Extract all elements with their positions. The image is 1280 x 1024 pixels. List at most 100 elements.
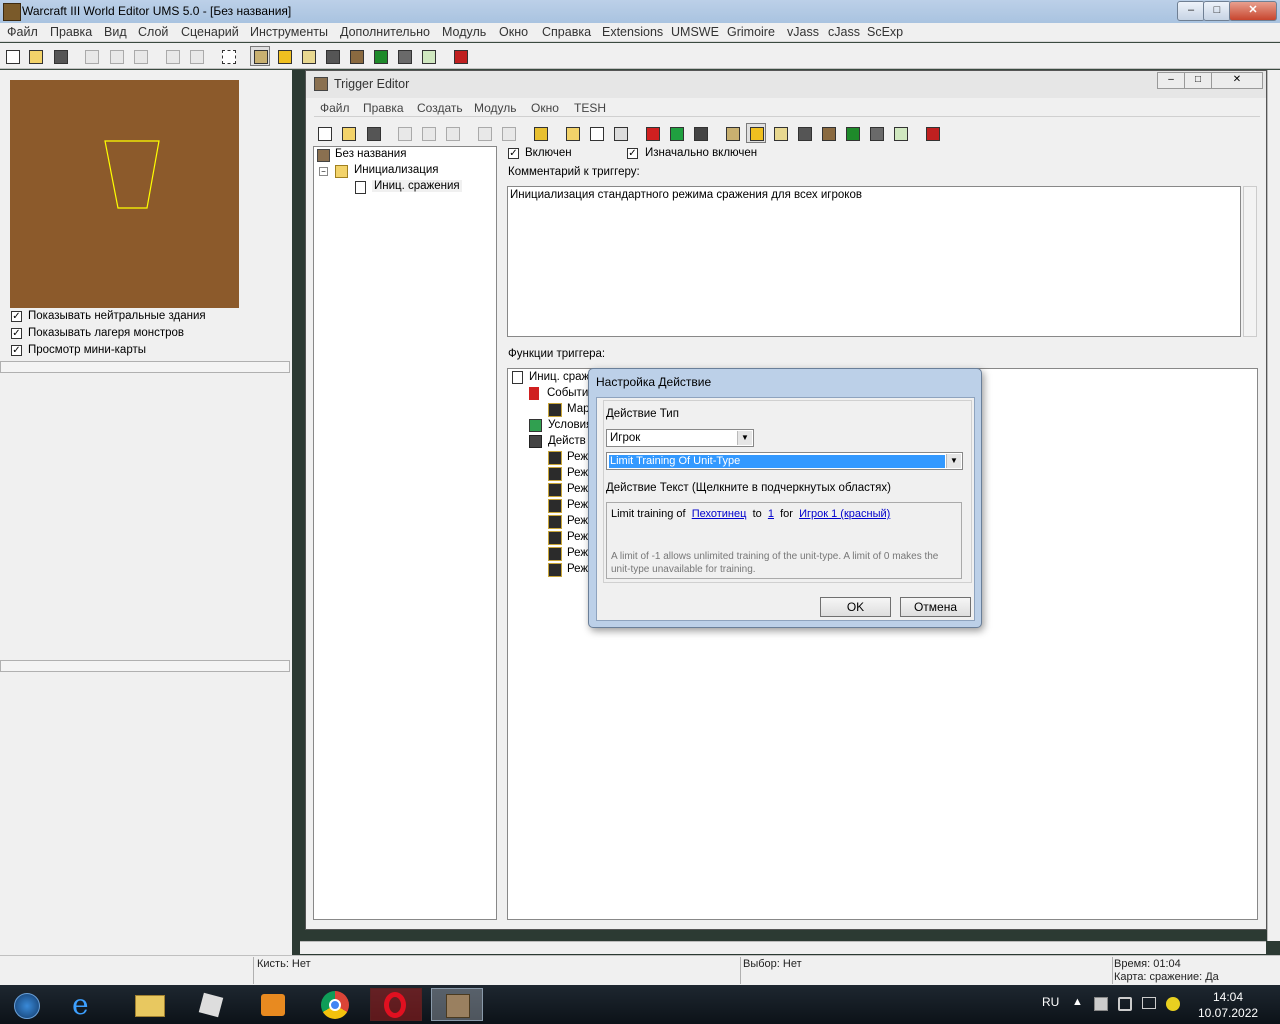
new-comment-icon[interactable] [610,123,630,143]
checkbox-neutral-buildings[interactable]: ✓ [11,311,22,322]
te-menu-module[interactable]: Модуль [474,101,517,115]
menu-layer[interactable]: Слой [138,25,168,39]
te-sound-editor-icon[interactable] [770,123,790,143]
paste-icon[interactable] [130,46,150,66]
cut-icon[interactable] [81,46,101,66]
trigger-tree[interactable]: Без названия − Инициализация Иниц. сраже… [313,146,497,920]
comment-scrollbar[interactable] [1243,186,1257,337]
world-editor-taskbar-icon[interactable] [431,988,483,1021]
menu-cjass[interactable]: cJass [828,25,860,39]
te-cut-icon[interactable] [394,123,414,143]
new-action-icon[interactable] [690,123,710,143]
maximize-button[interactable]: □ [1203,1,1231,21]
windows-start-icon[interactable] [6,988,46,1021]
te-ai-editor-icon[interactable] [842,123,862,143]
volume-icon[interactable] [1118,997,1132,1011]
campaign-editor-icon[interactable] [346,46,366,66]
te-paste-icon[interactable] [442,123,462,143]
te-redo-icon[interactable] [498,123,518,143]
checkbox-minimap-preview[interactable]: ✓ [11,345,22,356]
te-menu-file[interactable]: Файл [320,101,350,115]
te-trigger-editor-icon[interactable] [746,123,766,143]
open-map-icon[interactable] [25,46,45,66]
checkbox-creep-camps[interactable]: ✓ [11,328,22,339]
comment-textarea[interactable]: Инициализация стандартного режима сражен… [507,186,1241,337]
func-actions[interactable]: Действ [548,435,586,447]
menu-module[interactable]: Модуль [442,25,486,39]
te-test-map-icon[interactable] [922,123,942,143]
clock-date[interactable]: 10.07.2022 [1198,1006,1258,1020]
te-menu-edit[interactable]: Правка [363,101,404,115]
func-action-item[interactable]: Реж [567,467,588,479]
network-icon[interactable] [1142,997,1156,1009]
menu-extra[interactable]: Дополнительно [340,25,430,39]
ok-button[interactable]: OK [820,597,891,617]
menu-umswe[interactable]: UMSWE [671,25,719,39]
select-region-icon[interactable] [218,46,238,66]
func-event-item[interactable]: Мар [567,403,590,415]
func-root[interactable]: Иниц. сраж [529,371,589,383]
sound-editor-icon[interactable] [298,46,318,66]
opera-icon[interactable] [370,988,422,1021]
te-object-manager-icon[interactable] [866,123,886,143]
action-select[interactable]: Limit Training Of Unit-Type ▼ [606,452,963,470]
te-terrain-editor-icon[interactable] [722,123,742,143]
func-conditions[interactable]: Условия [548,419,592,431]
new-event-icon[interactable] [642,123,662,143]
menu-grimoire[interactable]: Grimoire [727,25,775,39]
clock-time[interactable]: 14:04 [1213,990,1243,1004]
menu-tools[interactable]: Инструменты [250,25,328,39]
te-menu-window[interactable]: Окно [531,101,559,115]
redo-icon[interactable] [186,46,206,66]
new-category-icon[interactable] [562,123,582,143]
panel-splitter[interactable] [0,660,290,672]
menu-vjass[interactable]: vJass [787,25,819,39]
copy-icon[interactable] [106,46,126,66]
trigger-editor-icon[interactable] [274,46,294,66]
func-action-item[interactable]: Реж [567,451,588,463]
te-menu-new[interactable]: Создать [417,101,463,115]
menu-window[interactable]: Окно [499,25,528,39]
tree-trigger-selected[interactable]: Иниц. сражения [372,180,462,192]
terrain-editor-icon[interactable] [250,46,270,66]
new-condition-icon[interactable] [666,123,686,143]
close-button[interactable]: ✕ [1229,1,1277,21]
menu-scexp[interactable]: ScExp [867,25,903,39]
ai-editor-icon[interactable] [370,46,390,66]
func-action-item[interactable]: Реж [567,563,588,575]
unit-type-link[interactable]: Пехотинец [692,508,747,520]
language-indicator[interactable]: RU [1042,995,1059,1009]
te-copy-icon[interactable] [418,123,438,143]
panel-splitter[interactable] [0,361,290,373]
map-vertical-scrollbar[interactable] [1267,70,1280,941]
player-link[interactable]: Игрок 1 (красный) [799,508,890,520]
save-map-icon[interactable] [50,46,70,66]
tree-root[interactable]: Без названия [335,148,406,160]
minimap[interactable] [10,80,239,308]
func-action-item[interactable]: Реж [567,515,588,527]
object-manager-icon[interactable] [394,46,414,66]
menu-extensions[interactable]: Extensions [602,25,663,39]
menu-view[interactable]: Вид [104,25,127,39]
map-horizontal-scrollbar[interactable] [300,941,1266,954]
menu-scenario[interactable]: Сценарий [181,25,239,39]
tray-expand-icon[interactable]: ▲ [1072,996,1083,1008]
action-center-icon[interactable] [1094,997,1108,1011]
te-close-button[interactable]: ✕ [1211,72,1263,89]
category-select[interactable]: Игрок ▼ [606,429,754,447]
limit-value-link[interactable]: 1 [768,508,774,520]
checkbox-initially-on[interactable]: ✓ [627,148,638,159]
te-maximize-button[interactable]: □ [1184,72,1212,89]
roblox-icon[interactable] [185,988,237,1021]
import-manager-icon[interactable] [418,46,438,66]
func-action-item[interactable]: Реж [567,483,588,495]
checkbox-enabled[interactable]: ✓ [508,148,519,159]
test-map-icon[interactable] [450,46,470,66]
new-map-icon[interactable] [2,46,22,66]
menu-help[interactable]: Справка [542,25,591,39]
menu-edit[interactable]: Правка [50,25,92,39]
internet-explorer-icon[interactable]: e [60,988,112,1021]
undo-icon[interactable] [162,46,182,66]
menu-file[interactable]: Файл [7,25,38,39]
func-action-item[interactable]: Реж [567,499,588,511]
